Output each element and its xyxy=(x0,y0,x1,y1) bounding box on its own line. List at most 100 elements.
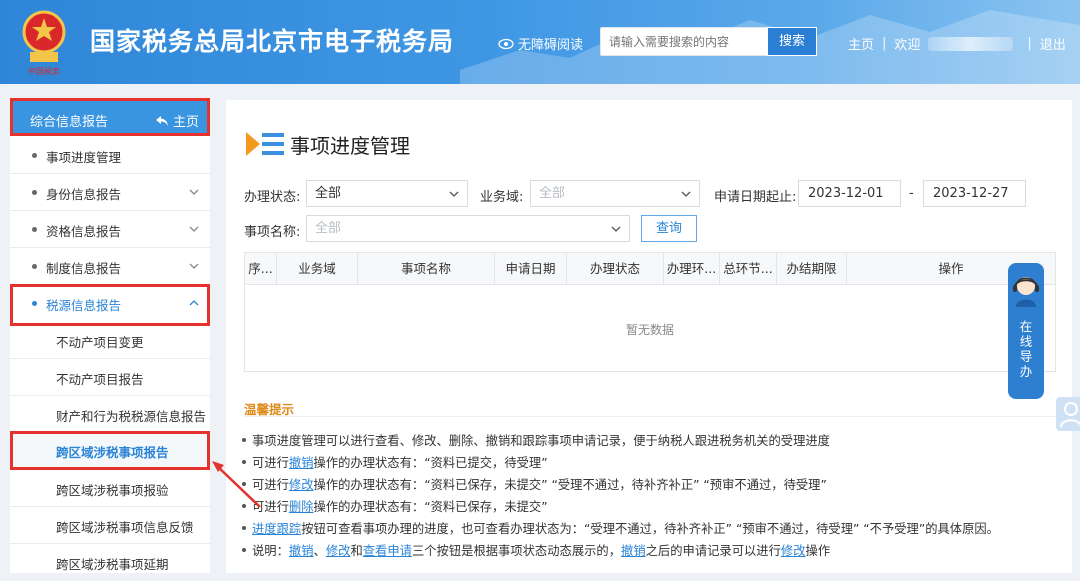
sidebar-item-label: 身份信息报告 xyxy=(46,187,122,202)
sub-item-label: 跨区域涉税事项延期 xyxy=(56,557,169,572)
sub-item-cross-region-feedback[interactable]: 跨区域涉税事项信息反馈 xyxy=(10,507,210,544)
user-avatar-tab[interactable] xyxy=(1056,397,1080,431)
tip-text: 操作 xyxy=(805,544,831,558)
tip-link-delete[interactable]: 删除 xyxy=(289,500,314,514)
tip-text: 和 xyxy=(350,544,363,558)
sidebar-item-system[interactable]: 制度信息报告 xyxy=(10,248,210,285)
main-panel: 事项进度管理 办理状态: 全部 业务域: 全部 申请日期起止: 2023-12-… xyxy=(226,100,1072,573)
tips-divider xyxy=(244,416,1056,417)
sidebar-item-label: 资格信息报告 xyxy=(46,224,122,239)
top-nav: 主页 | 欢迎 | 退出 xyxy=(848,34,1066,53)
column-header[interactable]: 办理环... xyxy=(664,253,720,285)
query-button[interactable]: 查询 xyxy=(641,215,697,242)
sidebar-home-link[interactable]: 主页 xyxy=(155,111,199,130)
tip-link-modify[interactable]: 修改 xyxy=(326,544,351,558)
column-header[interactable]: 事项名称 xyxy=(358,253,495,285)
sidebar-header[interactable]: 综合信息报告 主页 xyxy=(10,98,210,136)
chevron-down-icon xyxy=(189,189,199,195)
sidebar-home-label: 主页 xyxy=(172,115,199,130)
column-header[interactable]: 申请日期 xyxy=(495,253,567,285)
column-header[interactable]: 序... xyxy=(245,253,277,285)
tip-text: 事项进度管理可以进行查看、修改、删除、撤销和跟踪事项申请记录，便于纳税人跟进税务… xyxy=(252,434,830,448)
item-name-select[interactable]: 全部 xyxy=(306,215,630,242)
accessibility-link[interactable]: 无障碍阅读 xyxy=(498,34,583,53)
sub-item-label: 跨区域涉税事项信息反馈 xyxy=(56,520,194,535)
nav-separator: | xyxy=(882,36,887,51)
tip-text: 、 xyxy=(313,544,326,558)
sidebar: 综合信息报告 主页 事项进度管理 身份信息报告 资格信息报告 制度信息报告 税源… xyxy=(10,98,210,573)
chevron-down-icon xyxy=(189,263,199,269)
logout-link[interactable]: 退出 xyxy=(1040,34,1066,53)
sub-item-cross-region-extension[interactable]: 跨区域涉税事项延期 xyxy=(10,544,210,581)
tip-link-revoke[interactable]: 撤销 xyxy=(621,544,646,558)
bullet-icon xyxy=(32,227,37,232)
accessibility-label: 无障碍阅读 xyxy=(518,38,584,53)
status-filter-label: 办理状态: xyxy=(244,190,301,205)
sidebar-item-label: 事项进度管理 xyxy=(46,150,122,165)
online-guide-label: 在线导办 xyxy=(1008,319,1044,379)
customer-service-icon xyxy=(1013,277,1039,307)
tip-text: 说明： xyxy=(252,544,289,558)
tip-text: 按钮可查看事项办理的进度，也可查看办理状态为：“受理不通过，待补齐补正” “预审… xyxy=(301,522,999,536)
bullet-icon xyxy=(32,264,37,269)
tip-link-modify[interactable]: 修改 xyxy=(289,478,314,492)
column-header[interactable]: 总环节... xyxy=(720,253,777,285)
user-icon xyxy=(1060,402,1080,428)
tip-link-revoke[interactable]: 撤销 xyxy=(289,544,314,558)
sub-item-label: 跨区域涉税事项报验 xyxy=(56,483,169,498)
sub-item-label: 财产和行为税税源信息报告 xyxy=(56,409,207,424)
search-input[interactable] xyxy=(600,27,768,56)
sidebar-item-progress[interactable]: 事项进度管理 xyxy=(10,137,210,174)
table-header: 序... 业务域 事项名称 申请日期 办理状态 办理环... 总环节... 办结… xyxy=(245,253,1055,285)
nav-home-link[interactable]: 主页 xyxy=(848,34,874,53)
eye-icon xyxy=(498,38,514,49)
header-bar: 中国税务 国家税务总局北京市电子税务局 无障碍阅读 搜索 主页 | 欢迎 | 退… xyxy=(0,0,1080,84)
sub-item-cross-region-report[interactable]: 跨区域涉税事项报告 xyxy=(10,431,210,470)
chevron-up-icon xyxy=(189,300,199,306)
sub-item-property-report[interactable]: 不动产项目报告 xyxy=(10,359,210,396)
sidebar-header-label: 综合信息报告 xyxy=(30,115,109,130)
sub-item-cross-region-verify[interactable]: 跨区域涉税事项报验 xyxy=(10,470,210,507)
tax-emblem-logo: 中国税务 xyxy=(22,10,66,76)
title-list-icon xyxy=(246,132,284,156)
tip-line: 进度跟踪按钮可查看事项办理的进度，也可查看办理状态为：“受理不通过，待补齐补正”… xyxy=(242,519,999,537)
svg-text:中国税务: 中国税务 xyxy=(28,66,60,76)
chevron-down-icon xyxy=(611,226,621,232)
bullet-icon xyxy=(32,301,37,306)
tip-line: 可进行撤销操作的办理状态有：“资料已提交，待受理” xyxy=(242,453,548,471)
sidebar-item-qualification[interactable]: 资格信息报告 xyxy=(10,211,210,248)
tip-line: 可进行删除操作的办理状态有：“资料已保存，未提交” xyxy=(242,497,548,515)
status-select[interactable]: 全部 xyxy=(306,180,468,207)
bullet-icon xyxy=(32,153,37,158)
start-date-input[interactable]: 2023-12-01 xyxy=(798,180,901,207)
search-button[interactable]: 搜索 xyxy=(767,27,817,56)
sub-item-label: 跨区域涉税事项报告 xyxy=(56,445,169,460)
sidebar-item-label: 制度信息报告 xyxy=(46,261,122,276)
online-guide-button[interactable]: 在线导办 xyxy=(1008,263,1044,399)
column-header[interactable]: 办理状态 xyxy=(567,253,664,285)
sidebar-item-tax-source[interactable]: 税源信息报告 xyxy=(10,284,210,326)
domain-filter-label: 业务域: xyxy=(480,190,524,205)
column-header[interactable]: 业务域 xyxy=(277,253,358,285)
tip-line: 说明：撤销、修改和查看申请三个按钮是根据事项状态动态展示的，撤销之后的申请记录可… xyxy=(241,541,831,559)
domain-select-value: 全部 xyxy=(539,186,566,201)
domain-select[interactable]: 全部 xyxy=(530,180,700,207)
tip-link-track[interactable]: 进度跟踪 xyxy=(252,522,301,536)
chevron-down-icon xyxy=(189,226,199,232)
tip-link-modify[interactable]: 修改 xyxy=(781,544,806,558)
sidebar-item-identity[interactable]: 身份信息报告 xyxy=(10,174,210,211)
bullet-icon xyxy=(32,190,37,195)
sub-item-property-change[interactable]: 不动产项目变更 xyxy=(10,322,210,359)
column-header[interactable]: 办结期限 xyxy=(777,253,847,285)
nav-separator: | xyxy=(1027,36,1032,51)
sub-item-label: 不动产项目报告 xyxy=(56,372,144,387)
sub-item-property-behavior-tax[interactable]: 财产和行为税税源信息报告 xyxy=(10,396,210,433)
online-guide-text: 在线导办 xyxy=(1019,319,1033,379)
username-redacted xyxy=(928,36,1014,51)
tip-line: 可进行修改操作的办理状态有：“资料已保存，未提交” “受理不通过，待补齐补正” … xyxy=(242,475,827,493)
tip-link-revoke[interactable]: 撤销 xyxy=(289,456,314,470)
tip-text: 三个按钮是根据事项状态动态展示的， xyxy=(411,544,622,558)
tip-link-view-application[interactable]: 查看申请 xyxy=(363,544,412,558)
end-date-input[interactable]: 2023-12-27 xyxy=(923,180,1026,207)
sub-item-label: 不动产项目变更 xyxy=(56,335,144,350)
